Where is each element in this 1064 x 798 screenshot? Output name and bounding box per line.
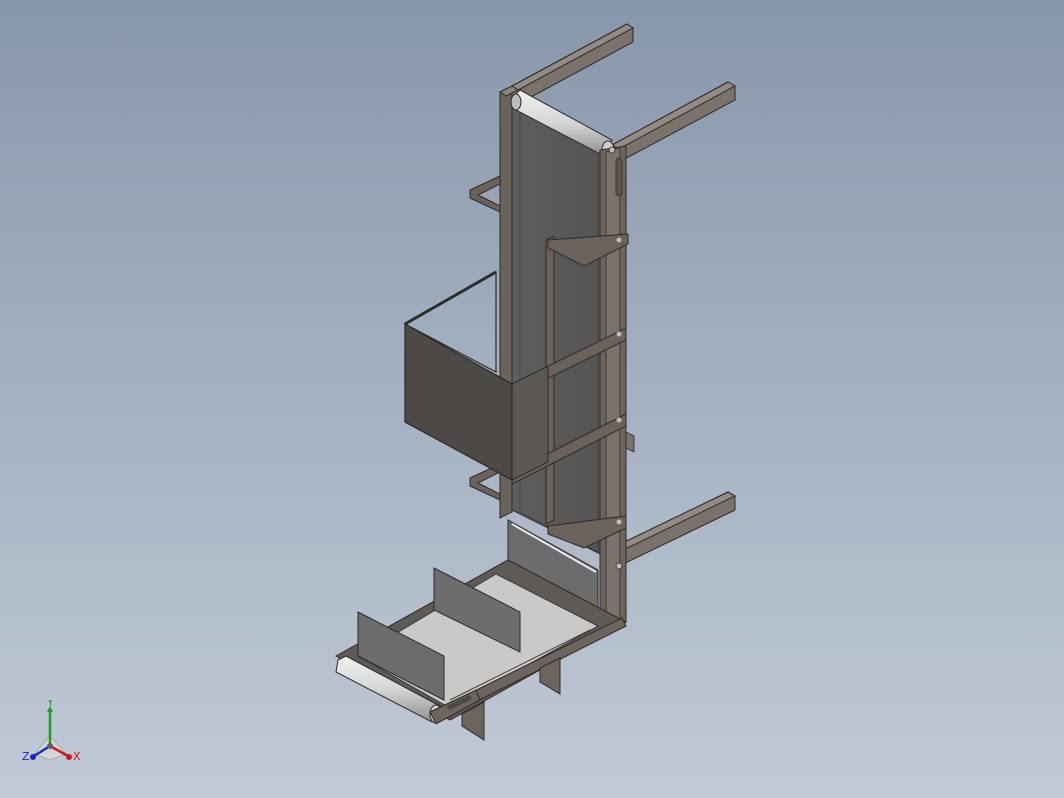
top-beam-front	[610, 81, 737, 163]
top-beam-rear	[511, 23, 634, 105]
x-axis-label: X	[73, 750, 81, 763]
coordinate-triad: Y X Z	[22, 700, 81, 763]
z-axis-label: Z	[22, 750, 30, 763]
front-vertical-post	[599, 145, 627, 630]
graphics-viewport[interactable]: Y X Z	[0, 0, 1064, 798]
rear-bracket-upper	[469, 175, 501, 213]
y-axis-label: Y	[46, 700, 54, 709]
lower-side-beam	[610, 491, 737, 567]
cad-model-bucket-conveyor[interactable]	[0, 0, 1064, 798]
vertical-belt	[511, 99, 605, 557]
